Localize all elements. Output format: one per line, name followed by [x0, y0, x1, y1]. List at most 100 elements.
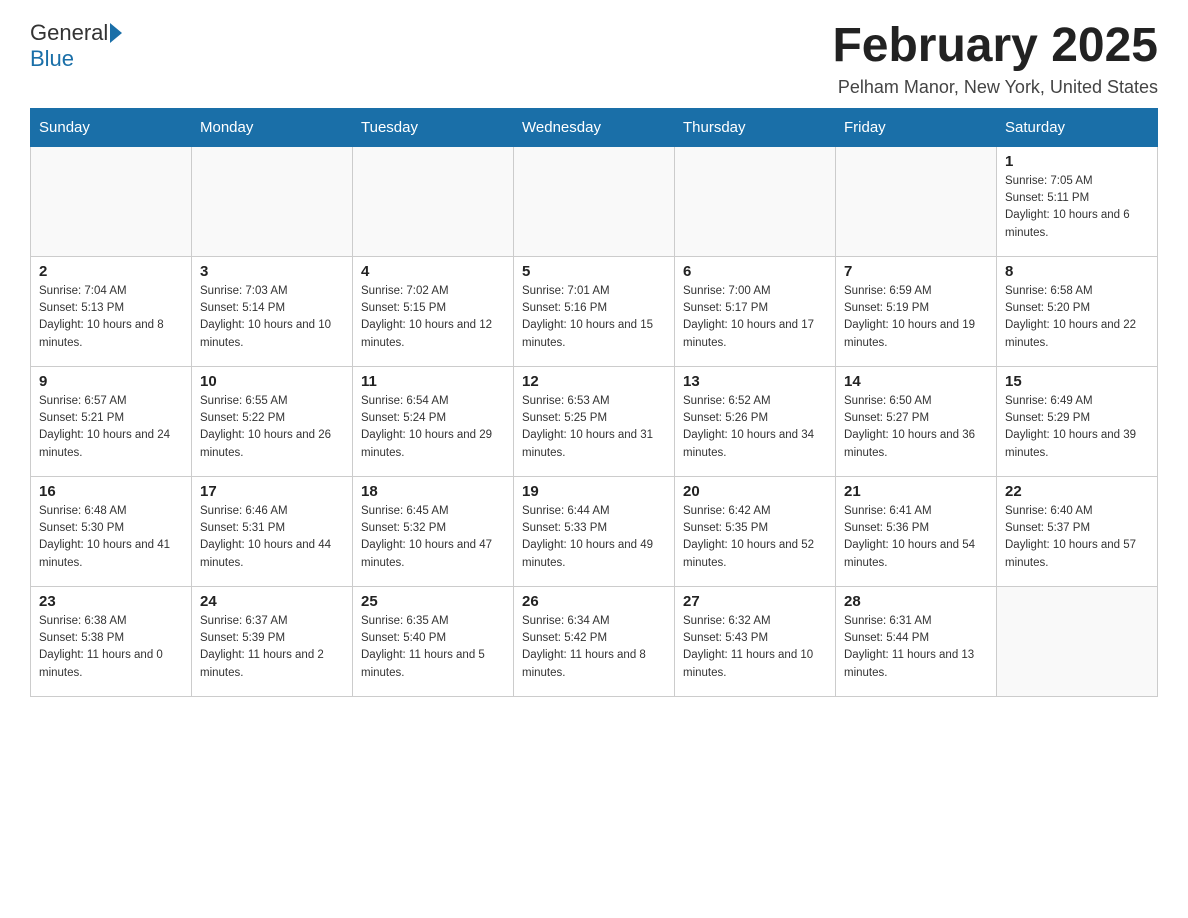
- calendar-week-row: 23 Sunrise: 6:38 AMSunset: 5:38 PMDayligh…: [31, 586, 1158, 696]
- day-info: Sunrise: 6:49 AMSunset: 5:29 PMDaylight:…: [1005, 393, 1149, 462]
- calendar-cell: 3 Sunrise: 7:03 AMSunset: 5:14 PMDaylight…: [192, 256, 353, 366]
- weekday-header-row: SundayMondayTuesdayWednesdayThursdayFrid…: [31, 108, 1158, 146]
- day-info: Sunrise: 6:54 AMSunset: 5:24 PMDaylight:…: [361, 393, 505, 462]
- calendar-table: SundayMondayTuesdayWednesdayThursdayFrid…: [30, 108, 1158, 697]
- calendar-cell: [353, 146, 514, 256]
- calendar-cell: 26 Sunrise: 6:34 AMSunset: 5:42 PMDayligh…: [514, 586, 675, 696]
- calendar-cell: [675, 146, 836, 256]
- day-number: 18: [361, 483, 505, 500]
- day-number: 3: [200, 263, 344, 280]
- day-number: 25: [361, 593, 505, 610]
- day-number: 6: [683, 263, 827, 280]
- calendar-cell: 6Sunrise: 7:00 AMSunset: 5:17 PMDaylight…: [675, 256, 836, 366]
- day-info: Sunrise: 6:55 AMSunset: 5:22 PMDaylight:…: [200, 393, 344, 462]
- day-info: Sunrise: 7:03 AMSunset: 5:14 PMDaylight:…: [200, 283, 344, 352]
- day-number: 17: [200, 483, 344, 500]
- day-number: 2: [39, 263, 183, 280]
- weekday-header-friday: Friday: [836, 108, 997, 146]
- day-info: Sunrise: 6:57 AMSunset: 5:21 PMDaylight:…: [39, 393, 183, 462]
- day-info: Sunrise: 7:01 AMSunset: 5:16 PMDaylight:…: [522, 283, 666, 352]
- day-info: Sunrise: 6:46 AMSunset: 5:31 PMDaylight:…: [200, 503, 344, 572]
- day-info: Sunrise: 6:48 AMSunset: 5:30 PMDaylight:…: [39, 503, 183, 572]
- calendar-cell: 23 Sunrise: 6:38 AMSunset: 5:38 PMDayligh…: [31, 586, 192, 696]
- calendar-cell: 12 Sunrise: 6:53 AMSunset: 5:25 PMDayligh…: [514, 366, 675, 476]
- calendar-cell: 28 Sunrise: 6:31 AMSunset: 5:44 PMDayligh…: [836, 586, 997, 696]
- day-info: Sunrise: 7:04 AMSunset: 5:13 PMDaylight:…: [39, 283, 183, 352]
- day-number: 1: [1005, 153, 1149, 170]
- day-number: 24: [200, 593, 344, 610]
- day-number: 23: [39, 593, 183, 610]
- day-info: Sunrise: 6:35 AMSunset: 5:40 PMDaylight:…: [361, 613, 505, 682]
- day-number: 19: [522, 483, 666, 500]
- day-info: Sunrise: 6:37 AMSunset: 5:39 PMDaylight:…: [200, 613, 344, 682]
- calendar-cell: [997, 586, 1158, 696]
- calendar-cell: 10 Sunrise: 6:55 AMSunset: 5:22 PMDayligh…: [192, 366, 353, 476]
- day-number: 20: [683, 483, 827, 500]
- day-number: 13: [683, 373, 827, 390]
- weekday-header-tuesday: Tuesday: [353, 108, 514, 146]
- calendar-cell: 25 Sunrise: 6:35 AMSunset: 5:40 PMDayligh…: [353, 586, 514, 696]
- logo: General Blue: [30, 20, 124, 72]
- calendar-cell: 21 Sunrise: 6:41 AMSunset: 5:36 PMDayligh…: [836, 476, 997, 586]
- title-block: February 2025 Pelham Manor, New York, Un…: [832, 20, 1158, 98]
- weekday-header-sunday: Sunday: [31, 108, 192, 146]
- calendar-cell: [514, 146, 675, 256]
- calendar-cell: 13Sunrise: 6:52 AMSunset: 5:26 PMDayligh…: [675, 366, 836, 476]
- day-info: Sunrise: 7:02 AMSunset: 5:15 PMDaylight:…: [361, 283, 505, 352]
- calendar-cell: 19Sunrise: 6:44 AMSunset: 5:33 PMDayligh…: [514, 476, 675, 586]
- calendar-cell: [836, 146, 997, 256]
- calendar-cell: 18 Sunrise: 6:45 AMSunset: 5:32 PMDayligh…: [353, 476, 514, 586]
- calendar-week-row: 1 Sunrise: 7:05 AMSunset: 5:11 PMDaylight…: [31, 146, 1158, 256]
- calendar-cell: 16Sunrise: 6:48 AMSunset: 5:30 PMDayligh…: [31, 476, 192, 586]
- calendar-cell: 9 Sunrise: 6:57 AMSunset: 5:21 PMDaylight…: [31, 366, 192, 476]
- calendar-cell: 24 Sunrise: 6:37 AMSunset: 5:39 PMDayligh…: [192, 586, 353, 696]
- calendar-cell: 2 Sunrise: 7:04 AMSunset: 5:13 PMDaylight…: [31, 256, 192, 366]
- day-number: 8: [1005, 263, 1149, 280]
- day-info: Sunrise: 6:31 AMSunset: 5:44 PMDaylight:…: [844, 613, 988, 682]
- day-info: Sunrise: 6:53 AMSunset: 5:25 PMDaylight:…: [522, 393, 666, 462]
- calendar-cell: 15 Sunrise: 6:49 AMSunset: 5:29 PMDayligh…: [997, 366, 1158, 476]
- calendar-cell: 27Sunrise: 6:32 AMSunset: 5:43 PMDayligh…: [675, 586, 836, 696]
- day-number: 26: [522, 593, 666, 610]
- day-number: 28: [844, 593, 988, 610]
- day-info: Sunrise: 6:45 AMSunset: 5:32 PMDaylight:…: [361, 503, 505, 572]
- calendar-cell: 14Sunrise: 6:50 AMSunset: 5:27 PMDayligh…: [836, 366, 997, 476]
- calendar-cell: 4Sunrise: 7:02 AMSunset: 5:15 PMDaylight…: [353, 256, 514, 366]
- day-number: 10: [200, 373, 344, 390]
- logo-arrow-icon: [110, 23, 122, 43]
- day-number: 7: [844, 263, 988, 280]
- calendar-cell: [192, 146, 353, 256]
- day-number: 27: [683, 593, 827, 610]
- weekday-header-thursday: Thursday: [675, 108, 836, 146]
- day-number: 12: [522, 373, 666, 390]
- day-number: 11: [361, 373, 505, 390]
- weekday-header-monday: Monday: [192, 108, 353, 146]
- day-info: Sunrise: 6:34 AMSunset: 5:42 PMDaylight:…: [522, 613, 666, 682]
- day-info: Sunrise: 6:38 AMSunset: 5:38 PMDaylight:…: [39, 613, 183, 682]
- day-number: 21: [844, 483, 988, 500]
- calendar-week-row: 9 Sunrise: 6:57 AMSunset: 5:21 PMDaylight…: [31, 366, 1158, 476]
- calendar-week-row: 16Sunrise: 6:48 AMSunset: 5:30 PMDayligh…: [31, 476, 1158, 586]
- weekday-header-saturday: Saturday: [997, 108, 1158, 146]
- logo-blue-text: Blue: [30, 46, 74, 71]
- day-info: Sunrise: 6:41 AMSunset: 5:36 PMDaylight:…: [844, 503, 988, 572]
- calendar-cell: 5 Sunrise: 7:01 AMSunset: 5:16 PMDaylight…: [514, 256, 675, 366]
- calendar-header: SundayMondayTuesdayWednesdayThursdayFrid…: [31, 108, 1158, 146]
- calendar-cell: 20Sunrise: 6:42 AMSunset: 5:35 PMDayligh…: [675, 476, 836, 586]
- day-info: Sunrise: 6:40 AMSunset: 5:37 PMDaylight:…: [1005, 503, 1149, 572]
- day-number: 9: [39, 373, 183, 390]
- calendar-cell: 7Sunrise: 6:59 AMSunset: 5:19 PMDaylight…: [836, 256, 997, 366]
- location-subtitle: Pelham Manor, New York, United States: [832, 77, 1158, 98]
- calendar-cell: 17 Sunrise: 6:46 AMSunset: 5:31 PMDayligh…: [192, 476, 353, 586]
- calendar-cell: 11 Sunrise: 6:54 AMSunset: 5:24 PMDayligh…: [353, 366, 514, 476]
- page-header: General Blue February 2025 Pelham Manor,…: [30, 20, 1158, 98]
- day-number: 15: [1005, 373, 1149, 390]
- calendar-week-row: 2 Sunrise: 7:04 AMSunset: 5:13 PMDaylight…: [31, 256, 1158, 366]
- day-info: Sunrise: 7:05 AMSunset: 5:11 PMDaylight:…: [1005, 173, 1149, 242]
- calendar-cell: [31, 146, 192, 256]
- calendar-body: 1 Sunrise: 7:05 AMSunset: 5:11 PMDaylight…: [31, 146, 1158, 696]
- day-number: 5: [522, 263, 666, 280]
- day-number: 14: [844, 373, 988, 390]
- month-title: February 2025: [832, 20, 1158, 73]
- calendar-cell: 8Sunrise: 6:58 AMSunset: 5:20 PMDaylight…: [997, 256, 1158, 366]
